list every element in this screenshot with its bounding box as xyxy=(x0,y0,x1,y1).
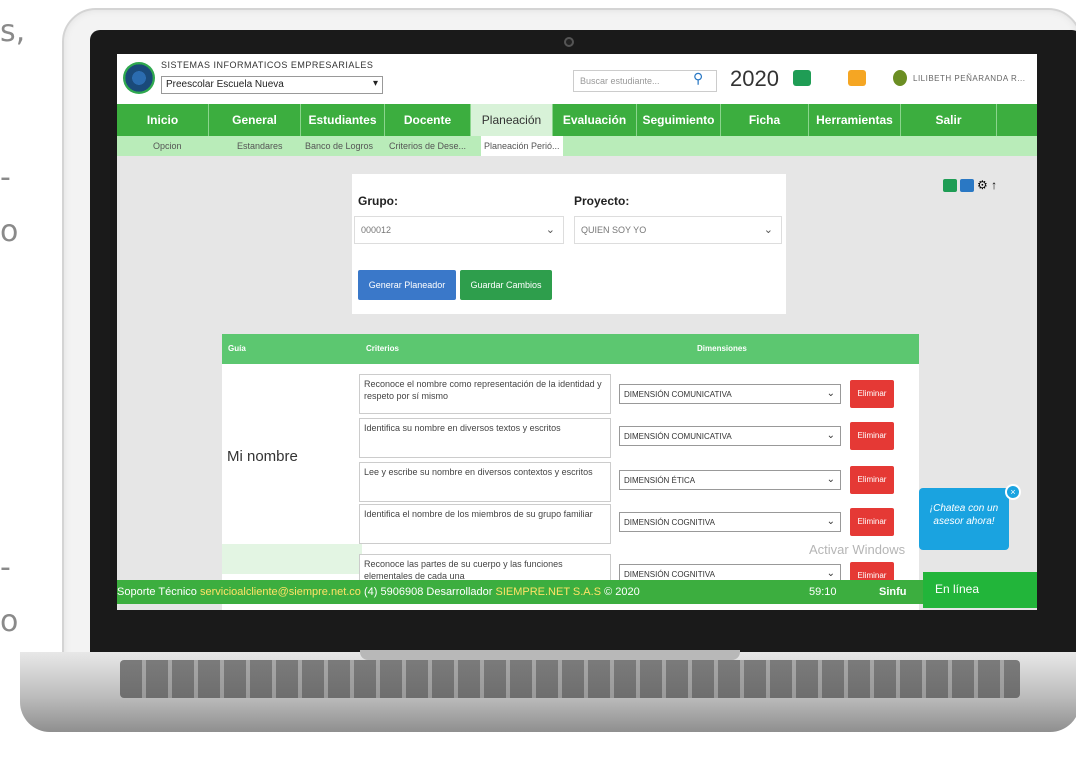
dimension-select[interactable]: DIMENSIÓN COGNITIVA ⌄ xyxy=(619,512,841,532)
nav-item-evaluacion[interactable]: Evaluación xyxy=(553,104,637,136)
system-name: SISTEMAS INFORMATICOS EMPRESARIALES xyxy=(161,60,374,70)
dimension-value: DIMENSIÓN ÉTICA xyxy=(624,476,696,485)
delete-button[interactable]: Eliminar xyxy=(850,508,894,536)
chevron-down-icon: ⌄ xyxy=(826,516,835,527)
search-icon[interactable]: ⚲ xyxy=(693,70,703,87)
grupo-value: 000012 xyxy=(361,225,392,235)
nav-item-docente[interactable]: Docente xyxy=(385,104,471,136)
dimension-value: DIMENSIÓN COMUNICATIVA xyxy=(624,432,732,441)
nav-item-inicio[interactable]: Inicio xyxy=(117,104,209,136)
laptop-hinge xyxy=(360,650,740,660)
notes-icon[interactable] xyxy=(848,70,866,86)
grupo-label: Grupo: xyxy=(358,194,398,208)
dimension-select[interactable]: DIMENSIÓN ÉTICA ⌄ xyxy=(619,470,841,490)
footer: Soporte Técnico servicioalcliente@siempr… xyxy=(117,580,1037,604)
subnav-item-opcion[interactable]: Opcion xyxy=(153,141,182,151)
dimension-select[interactable]: DIMENSIÓN COMUNICATIVA ⌄ xyxy=(619,426,841,446)
criterio-textarea[interactable]: Identifica su nombre en diversos textos … xyxy=(359,418,611,458)
generate-planner-button[interactable]: Generar Planeador xyxy=(358,270,456,300)
nav-item-ficha-observador[interactable]: Ficha Observad... xyxy=(721,104,809,159)
app-screen: SISTEMAS INFORMATICOS EMPRESARIALES Pree… xyxy=(117,54,1037,610)
chevron-down-icon: ⌄ xyxy=(826,474,835,485)
save-changes-button[interactable]: Guardar Cambios xyxy=(460,270,552,300)
nav-item-planeacion[interactable]: Planeación xyxy=(471,104,553,136)
criterio-textarea[interactable]: Identifica el nombre de los miembros de … xyxy=(359,504,611,544)
footer-email[interactable]: servicioalcliente@siempre.net.co xyxy=(200,586,361,598)
keyboard xyxy=(120,660,1020,698)
online-status[interactable]: En línea xyxy=(923,572,1037,608)
subnav-item-criterios[interactable]: Criterios de Dese... xyxy=(389,141,466,151)
left-page-text: s, xyxy=(0,14,26,49)
nav-item-seguimiento[interactable]: Seguimiento xyxy=(637,104,721,136)
delete-button[interactable]: Eliminar xyxy=(850,466,894,494)
year-display: 2020 xyxy=(730,66,779,91)
column-header-dimensiones: Dimensiones xyxy=(697,344,747,353)
sheets-icon[interactable] xyxy=(943,179,957,193)
chevron-down-icon: ⌄ xyxy=(545,224,555,236)
subnav-item-banco-logros[interactable]: Banco de Logros xyxy=(305,141,373,151)
delete-button[interactable]: Eliminar xyxy=(850,422,894,450)
proyecto-select[interactable]: QUIEN SOY YO ⌄ xyxy=(574,216,782,244)
dimension-value: DIMENSIÓN COGNITIVA xyxy=(624,570,715,579)
windows-watermark: Activar Windows xyxy=(809,542,906,557)
toolbar-icons: ⚙ ↑ xyxy=(943,178,997,193)
institution-select[interactable]: Preescolar Escuela Nueva ▾ xyxy=(161,76,383,94)
header: SISTEMAS INFORMATICOS EMPRESARIALES Pree… xyxy=(117,54,1037,104)
footer-support: Soporte Técnico xyxy=(117,586,197,598)
column-header-guia: Guía xyxy=(228,344,246,353)
nav-item-general[interactable]: General xyxy=(209,104,301,136)
brand-logo: Sinfu xyxy=(879,586,907,598)
dimension-select[interactable]: DIMENSIÓN COMUNICATIVA ⌄ xyxy=(619,384,841,404)
chat-bubble[interactable]: ¡Chatea con un asesor ahora! xyxy=(919,488,1009,550)
nav-item-herramientas[interactable]: Herramientas xyxy=(809,104,901,136)
table-row xyxy=(222,544,362,574)
grupo-select[interactable]: 000012 ⌄ xyxy=(354,216,564,244)
logo xyxy=(123,62,155,94)
criterio-textarea[interactable]: Lee y escribe su nombre en diversos cont… xyxy=(359,462,611,502)
proyecto-label: Proyecto: xyxy=(574,194,630,208)
left-page-text: o xyxy=(0,214,19,249)
left-page-text: o xyxy=(0,604,19,639)
chevron-down-icon: ⌄ xyxy=(826,430,835,441)
notes-icon[interactable] xyxy=(960,179,974,193)
filter-form: Grupo: 000012 ⌄ Proyecto: QUIEN SOY YO ⌄… xyxy=(352,174,786,314)
nav-item-salir[interactable]: Salir xyxy=(901,104,997,136)
left-page-text: - xyxy=(0,160,11,195)
camera-icon xyxy=(564,37,574,47)
footer-company[interactable]: SIEMPRE.NET S.A.S xyxy=(495,586,601,598)
guide-name: Mi nombre xyxy=(227,448,298,465)
gear-icon[interactable]: ⚙ xyxy=(977,178,988,192)
institution-value: Preescolar Escuela Nueva xyxy=(166,79,284,90)
user-name[interactable]: LILIBETH PEÑARANDA R... xyxy=(913,74,1025,83)
subnav-item-estandares[interactable]: Estandares xyxy=(237,141,283,151)
sub-nav: Opcion Estandares Banco de Logros Criter… xyxy=(117,136,1037,156)
chevron-down-icon: ⌄ xyxy=(826,568,835,579)
users-icon[interactable] xyxy=(893,70,907,86)
column-header-criterios: Criterios xyxy=(366,344,399,353)
chevron-down-icon: ⌄ xyxy=(763,224,773,236)
subnav-item-planeacion[interactable]: Planeación Perió... xyxy=(481,136,563,156)
session-timer: 59:10 xyxy=(809,586,837,598)
delete-button[interactable]: Eliminar xyxy=(850,380,894,408)
sheets-icon[interactable] xyxy=(793,70,811,86)
arrow-up-icon[interactable]: ↑ xyxy=(991,178,997,192)
product-photo: s, - o - o SISTEMAS INFORMATICOS EMPRESA… xyxy=(0,0,1076,761)
dimension-value: DIMENSIÓN COMUNICATIVA xyxy=(624,390,732,399)
table-header: Guía Criterios Dimensiones xyxy=(222,334,919,364)
chevron-down-icon: ⌄ xyxy=(826,388,835,399)
left-page-text: - xyxy=(0,550,11,585)
criterio-textarea[interactable]: Reconoce el nombre como representación d… xyxy=(359,374,611,414)
proyecto-value: QUIEN SOY YO xyxy=(581,225,647,235)
main-nav: Inicio General Estudiantes Docente Plane… xyxy=(117,104,1037,159)
close-icon[interactable]: × xyxy=(1005,484,1021,500)
footer-copyright: © 2020 xyxy=(604,586,640,598)
chevron-down-icon: ▾ xyxy=(372,78,378,89)
dimension-value: DIMENSIÓN COGNITIVA xyxy=(624,518,715,527)
footer-phone: (4) 5906908 Desarrollador xyxy=(364,586,493,598)
nav-item-estudiantes[interactable]: Estudiantes xyxy=(301,104,385,136)
